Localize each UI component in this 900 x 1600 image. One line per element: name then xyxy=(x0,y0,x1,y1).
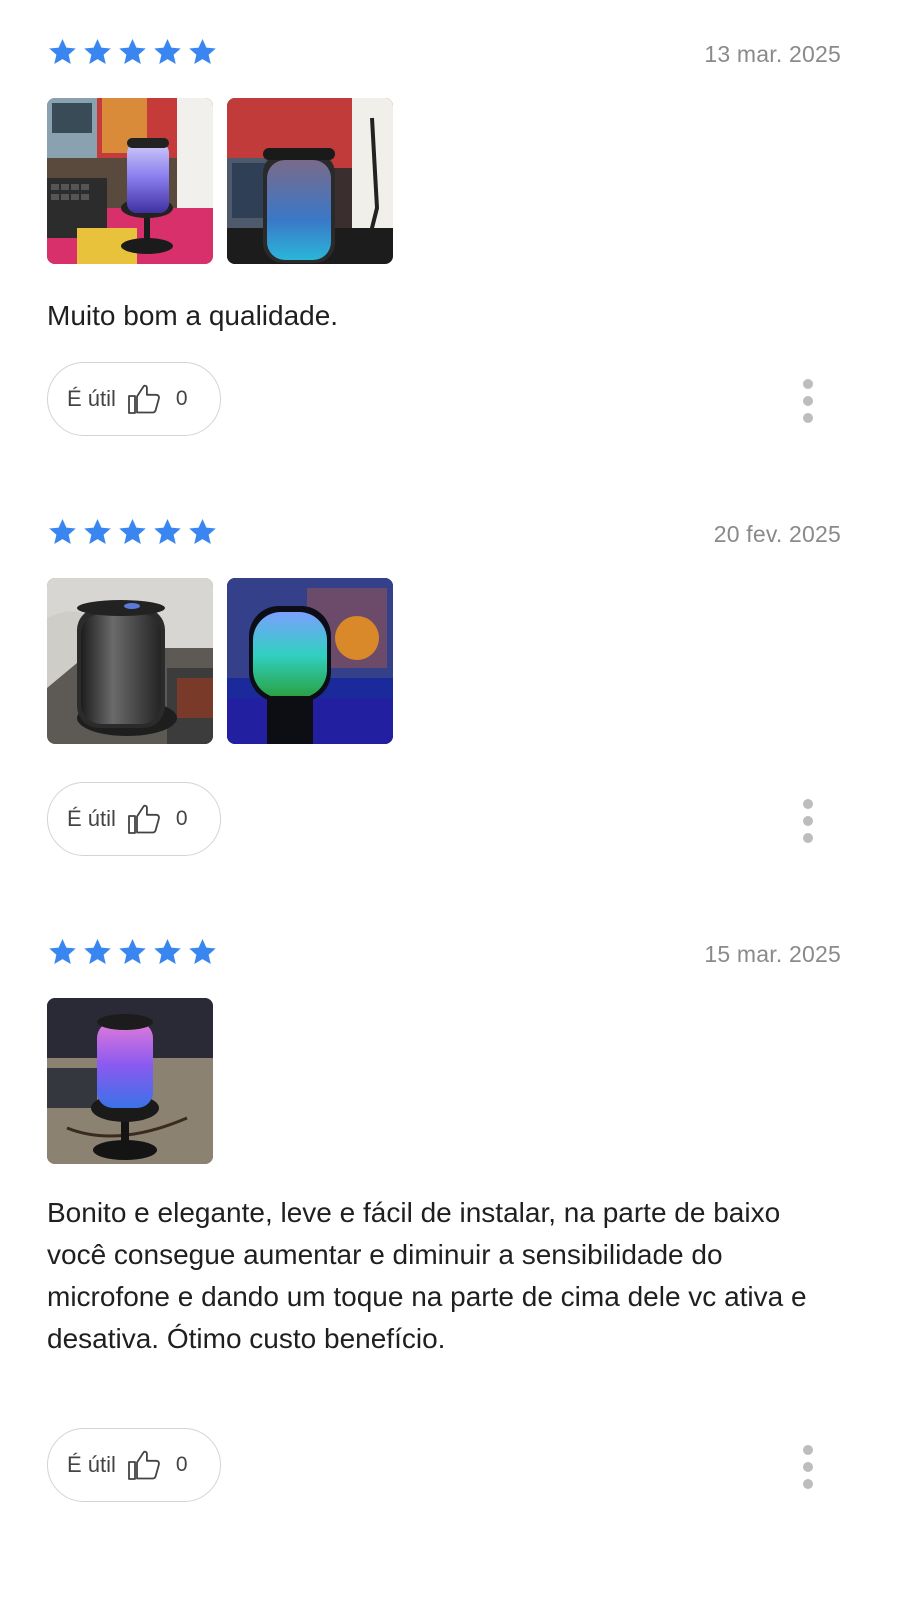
review-date: 20 fev. 2025 xyxy=(713,521,841,547)
thumbs-up-icon xyxy=(126,381,162,417)
more-vertical-icon xyxy=(803,1445,813,1455)
helpful-label: É útil xyxy=(67,806,116,831)
helpful-button[interactable]: É útil 0 xyxy=(47,362,221,436)
star-icon xyxy=(187,937,218,967)
review-card: 15 mar. 2025 Bonito e elegante, leve e f… xyxy=(47,937,841,1507)
helpful-label: É útil xyxy=(67,386,116,411)
more-options-button[interactable] xyxy=(801,1445,815,1489)
star-icon xyxy=(47,937,78,967)
review-photo[interactable] xyxy=(227,578,393,744)
helpful-count: 0 xyxy=(175,1453,188,1476)
review-card: 20 fev. 2025 É útil 0 xyxy=(47,517,841,857)
rating-stars xyxy=(47,517,218,547)
review-text: Muito bom a qualidade. xyxy=(47,300,339,331)
star-icon xyxy=(82,517,113,547)
review-photo[interactable] xyxy=(227,98,393,264)
review-date: 15 mar. 2025 xyxy=(704,941,841,967)
star-icon xyxy=(82,37,113,67)
helpful-button[interactable]: É útil 0 xyxy=(47,1428,221,1502)
more-vertical-icon xyxy=(803,799,813,809)
helpful-button[interactable]: É útil 0 xyxy=(47,782,221,856)
star-icon xyxy=(117,517,148,547)
review-photo[interactable] xyxy=(47,98,213,264)
review-photos xyxy=(47,578,393,744)
star-icon xyxy=(152,517,183,547)
review-photos xyxy=(47,998,213,1164)
review-photos xyxy=(47,98,393,264)
rating-stars xyxy=(47,937,218,967)
star-icon xyxy=(152,37,183,67)
star-icon xyxy=(187,517,218,547)
more-vertical-icon xyxy=(803,379,813,389)
helpful-count: 0 xyxy=(175,387,188,410)
star-icon xyxy=(117,37,148,67)
review-text: Bonito e elegante, leve e fácil de insta… xyxy=(47,1197,807,1354)
helpful-count: 0 xyxy=(175,807,188,830)
rating-stars xyxy=(47,37,218,67)
star-icon xyxy=(117,937,148,967)
more-options-button[interactable] xyxy=(801,799,815,843)
thumbs-up-icon xyxy=(126,1447,162,1483)
review-photo[interactable] xyxy=(47,998,213,1164)
star-icon xyxy=(82,937,113,967)
star-icon xyxy=(47,37,78,67)
review-photo[interactable] xyxy=(47,578,213,744)
star-icon xyxy=(47,517,78,547)
more-options-button[interactable] xyxy=(801,379,815,423)
helpful-label: É útil xyxy=(67,1452,116,1477)
star-icon xyxy=(187,37,218,67)
star-icon xyxy=(152,937,183,967)
thumbs-up-icon xyxy=(126,801,162,837)
review-card: 13 mar. 2025 Muito bom a qualidade. É út… xyxy=(47,37,841,437)
review-date: 13 mar. 2025 xyxy=(704,41,841,67)
